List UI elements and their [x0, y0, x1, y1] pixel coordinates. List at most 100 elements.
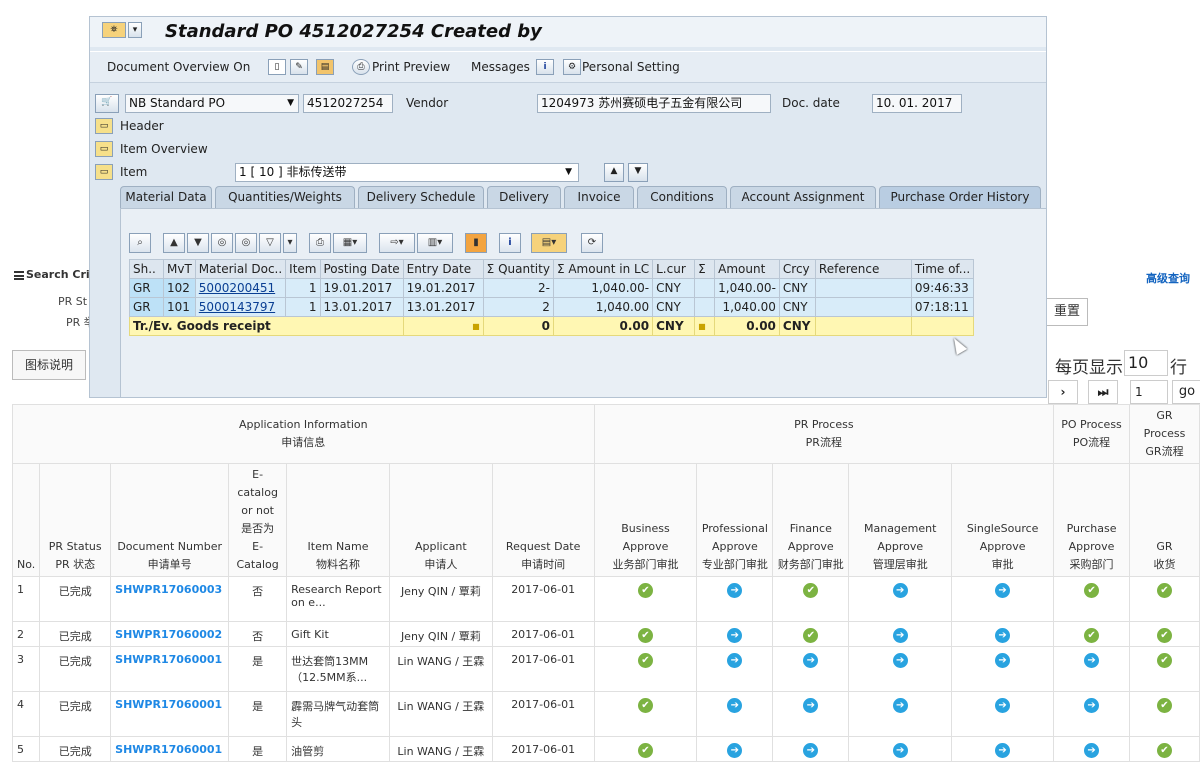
next-item-button[interactable]: ▼	[628, 163, 648, 182]
tab-material-data[interactable]: Material Data	[120, 186, 212, 208]
header-expand-icon[interactable]: ▭	[95, 118, 113, 134]
in-progress-arrow-icon[interactable]: ➔	[995, 583, 1011, 598]
history-col-header[interactable]: Item	[285, 259, 321, 279]
in-progress-arrow-icon[interactable]: ➔	[995, 653, 1011, 668]
in-progress-arrow-icon[interactable]: ➔	[803, 698, 819, 713]
filter-icon[interactable]: ▽	[259, 233, 281, 253]
history-col-header[interactable]: Amount	[714, 259, 780, 279]
cart-icon[interactable]: 🛒	[95, 94, 119, 113]
go-button[interactable]: go	[1172, 380, 1200, 404]
info-icon[interactable]: i	[499, 233, 521, 253]
in-progress-arrow-icon[interactable]: ➔	[727, 628, 743, 643]
advanced-query-link[interactable]: 高级查询	[1146, 270, 1190, 286]
history-col-header[interactable]: Posting Date	[319, 259, 404, 279]
history-col-header[interactable]: Σ	[694, 259, 716, 279]
approved-check-icon[interactable]: ✔	[637, 628, 653, 643]
approved-check-icon[interactable]: ✔	[637, 583, 653, 598]
table-row[interactable]: 2 已完成 SHWPR17060002 否 Gift Kit Jeny QIN / 覃莉 2…	[11, 621, 1200, 647]
approved-check-icon[interactable]: ✔	[637, 653, 653, 668]
personal-setting-icon[interactable]: ⚙	[563, 59, 581, 75]
next-page-button[interactable]: ›	[1048, 380, 1078, 404]
in-progress-arrow-icon[interactable]: ➔	[892, 583, 908, 598]
in-progress-arrow-icon[interactable]: ➔	[1084, 743, 1100, 758]
in-progress-arrow-icon[interactable]: ➔	[995, 743, 1011, 758]
previous-item-button[interactable]: ▲	[604, 163, 624, 182]
approved-check-icon[interactable]: ✔	[1157, 698, 1172, 713]
tab-purchase-order-history[interactable]: Purchase Order History	[879, 186, 1041, 208]
history-col-header[interactable]: Σ Quantity	[482, 259, 554, 279]
approved-check-icon[interactable]: ✔	[1084, 628, 1100, 643]
approved-check-icon[interactable]: ✔	[1157, 743, 1172, 758]
item-collapse-icon[interactable]: ▭	[95, 164, 113, 180]
views-icon[interactable]: ▦▾	[333, 233, 367, 253]
history-cell[interactable]: 5000200451	[194, 278, 287, 298]
in-progress-arrow-icon[interactable]: ➔	[727, 583, 743, 598]
in-progress-arrow-icon[interactable]: ➔	[892, 653, 908, 668]
print-preview-button[interactable]: Print Preview	[372, 60, 450, 74]
sap-menu-dropdown-icon[interactable]: ▾	[128, 22, 142, 38]
po-type-select[interactable]: NB Standard PO ▼	[125, 94, 299, 113]
doc-date-field[interactable]: 10. 01. 2017	[872, 94, 962, 113]
tab-invoice[interactable]: Invoice	[564, 186, 634, 208]
approved-check-icon[interactable]: ✔	[803, 583, 819, 598]
sap-menu-icon[interactable]: ⛯	[102, 22, 126, 38]
history-col-header[interactable]: Sh..	[129, 259, 164, 279]
variants-icon[interactable]: ▤▾	[531, 233, 567, 253]
tab-account-assignment[interactable]: Account Assignment	[730, 186, 876, 208]
tab-conditions[interactable]: Conditions	[637, 186, 727, 208]
find-next-icon[interactable]: ◎	[235, 233, 257, 253]
icon-legend-button[interactable]: 图标说明	[12, 350, 86, 380]
history-col-header[interactable]: Crcy	[778, 259, 816, 279]
messages-button[interactable]: Messages	[471, 60, 530, 74]
history-col-header[interactable]: L.cur	[652, 259, 696, 279]
in-progress-arrow-icon[interactable]: ➔	[803, 743, 819, 758]
history-col-header[interactable]: Reference	[814, 259, 912, 279]
in-progress-arrow-icon[interactable]: ➔	[803, 653, 819, 668]
tab-delivery-schedule[interactable]: Delivery Schedule	[358, 186, 484, 208]
refresh-icon[interactable]: ⟳	[581, 233, 603, 253]
layout-icon[interactable]: ▥▾	[417, 233, 453, 253]
chart-icon[interactable]: ▮	[465, 233, 487, 253]
document-number-link[interactable]: SHWPR17060001	[115, 698, 222, 711]
history-col-header[interactable]: Time of...	[910, 259, 975, 279]
table-row[interactable]: 3 已完成 SHWPR17060001 是世达套筒13MM （12.5MM系... Lin…	[11, 646, 1200, 692]
item-select[interactable]: 1 [ 10 ] 非标传送带 ▼	[235, 163, 579, 182]
in-progress-arrow-icon[interactable]: ➔	[727, 698, 743, 713]
tab-delivery[interactable]: Delivery	[487, 186, 561, 208]
find-icon[interactable]: ◎	[211, 233, 233, 253]
header-section[interactable]: Header	[120, 119, 164, 133]
approved-check-icon[interactable]: ✔	[637, 743, 653, 758]
history-row[interactable]: GR 101 5000143797 1 13.01.2017 13.01.2017 2 1,0…	[129, 297, 975, 317]
print-icon[interactable]: ⎙	[309, 233, 331, 253]
tab-quantities-weights[interactable]: Quantities/Weights	[215, 186, 355, 208]
in-progress-arrow-icon[interactable]: ➔	[892, 698, 908, 713]
history-row[interactable]: GR 102 5000200451 1 19.01.2017 19.01.2017 2- 1,…	[129, 278, 975, 298]
print-preview-icon[interactable]: ⎙	[352, 59, 370, 75]
history-col-header[interactable]: Entry Date	[402, 259, 484, 279]
reset-button[interactable]: 重置	[1046, 298, 1088, 326]
history-col-header[interactable]: Material Doc..	[194, 259, 287, 279]
approved-check-icon[interactable]: ✔	[1157, 653, 1172, 668]
approved-check-icon[interactable]: ✔	[637, 698, 653, 713]
last-page-button[interactable]: ⏭	[1088, 380, 1118, 404]
material-doc-link[interactable]: 5000200451	[199, 281, 275, 295]
document-number-link[interactable]: SHWPR17060003	[115, 583, 222, 596]
in-progress-arrow-icon[interactable]: ➔	[892, 743, 908, 758]
display-change-icon[interactable]: ✎	[290, 59, 308, 75]
details-icon[interactable]: ⌕	[129, 233, 151, 253]
table-row[interactable]: 1 已完成 SHWPR17060003 否 Research Report on e...…	[11, 576, 1200, 622]
in-progress-arrow-icon[interactable]: ➔	[727, 743, 743, 758]
in-progress-arrow-icon[interactable]: ➔	[995, 698, 1011, 713]
in-progress-arrow-icon[interactable]: ➔	[1084, 698, 1100, 713]
in-progress-arrow-icon[interactable]: ➔	[1084, 653, 1100, 668]
approved-check-icon[interactable]: ✔	[1157, 628, 1172, 643]
sort-ascending-icon[interactable]: ▲	[163, 233, 185, 253]
document-number-link[interactable]: SHWPR17060001	[115, 743, 222, 756]
personal-setting-button[interactable]: Personal Setting	[582, 60, 680, 74]
item-overview-expand-icon[interactable]: ▭	[95, 141, 113, 157]
po-number-field[interactable]: 4512027254	[303, 94, 393, 113]
page-number-input[interactable]: 1	[1130, 380, 1168, 404]
approved-check-icon[interactable]: ✔	[1157, 583, 1172, 598]
history-cell[interactable]: 5000143797	[194, 297, 287, 317]
in-progress-arrow-icon[interactable]: ➔	[727, 653, 743, 668]
